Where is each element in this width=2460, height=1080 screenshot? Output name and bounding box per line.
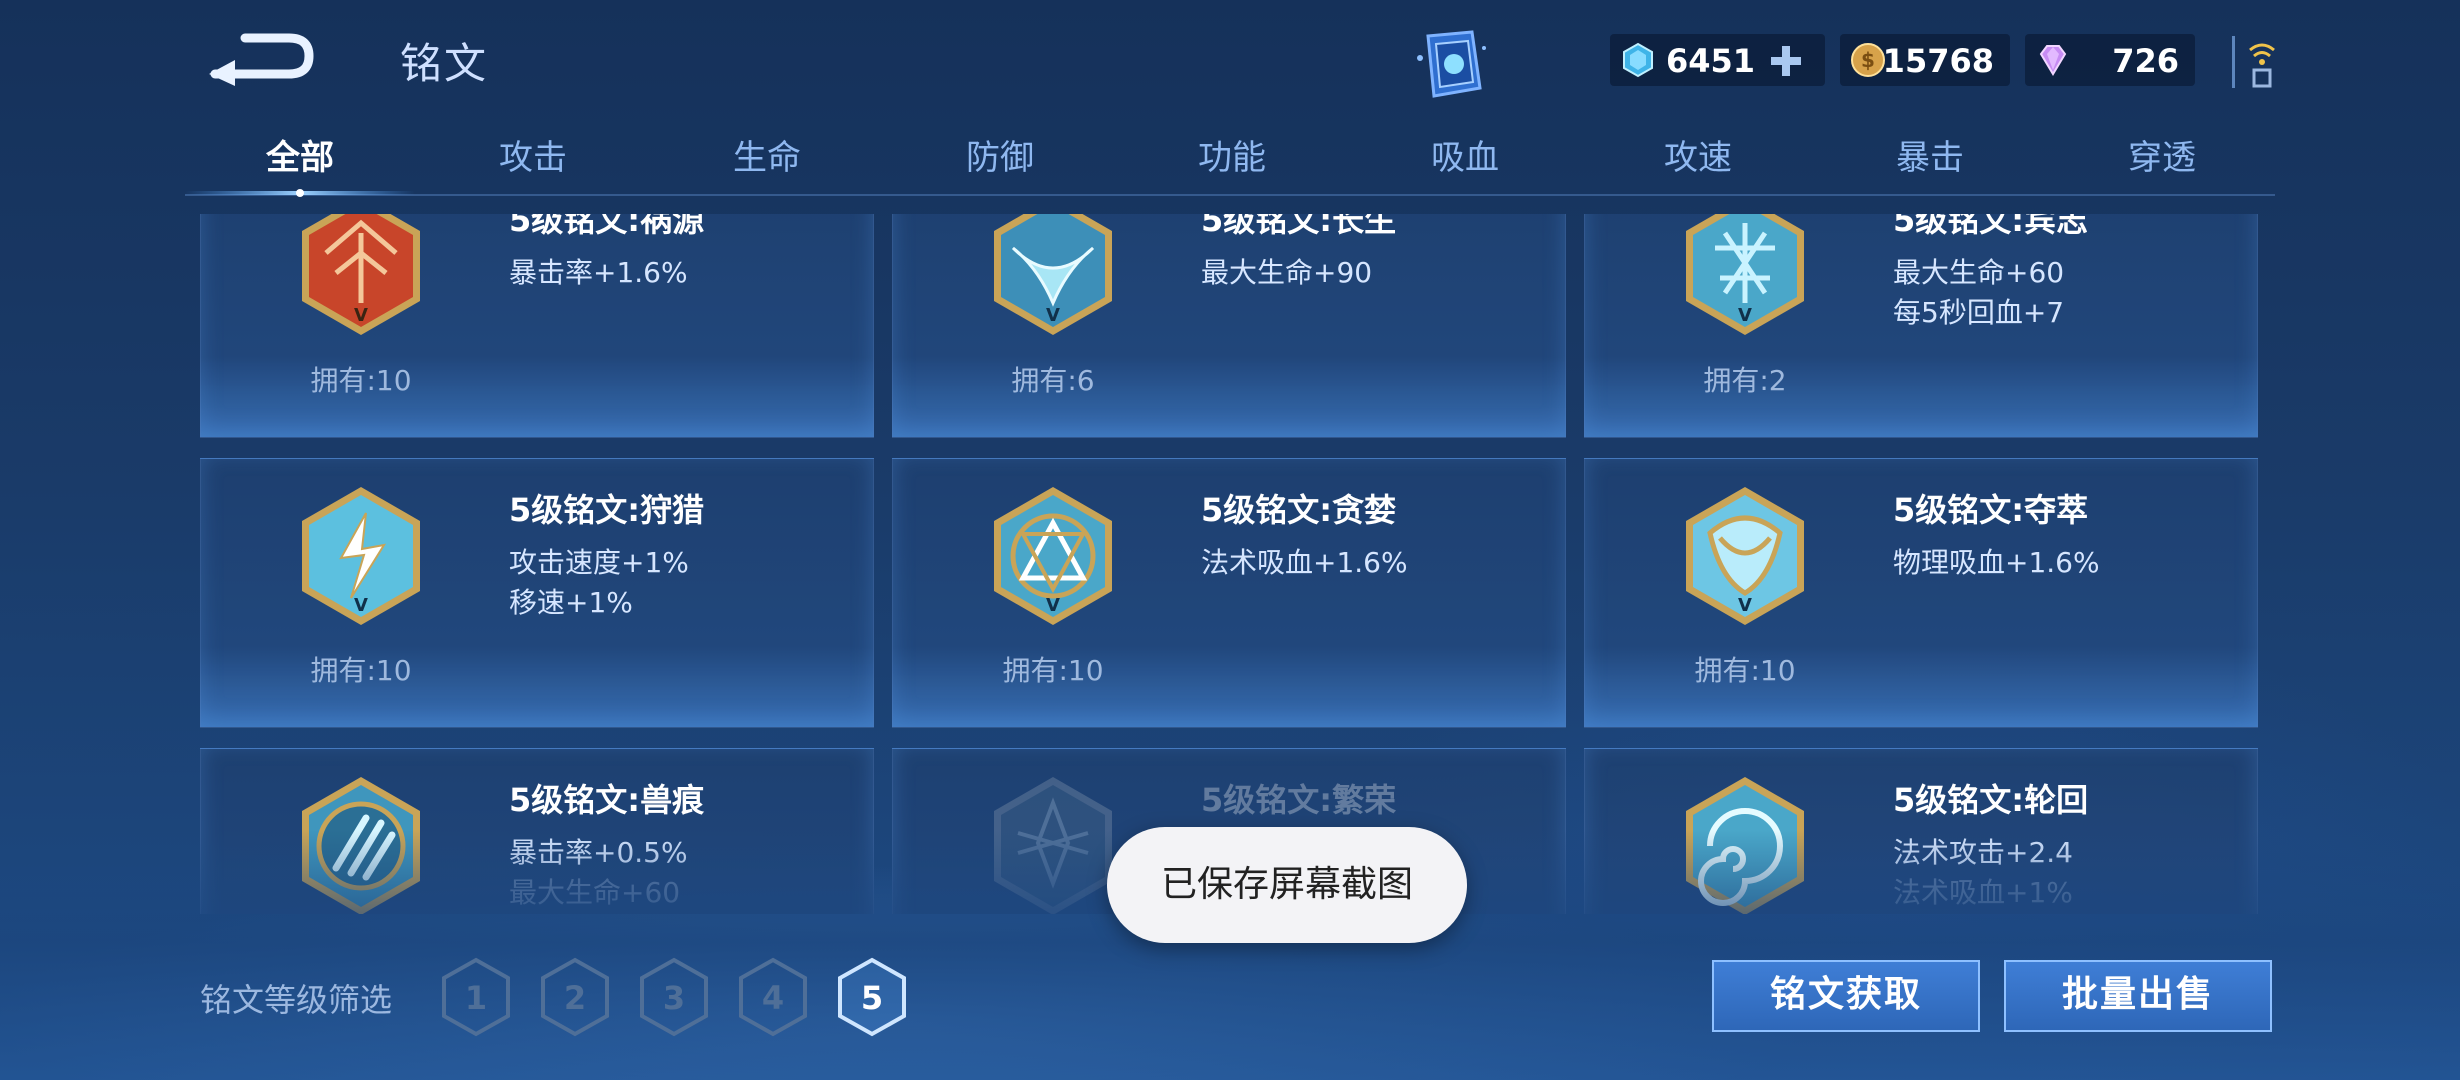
level-filter-label: 铭文等级筛选 — [200, 981, 393, 1019]
level-filter-text: 5 — [861, 979, 883, 1017]
tab-attack-speed[interactable]: 攻速 — [1598, 130, 1798, 179]
inscription-attribute: 法术吸血+1.6% — [1201, 546, 1408, 579]
inscription-name: 5级铭文:轮回 — [1893, 781, 2089, 819]
svg-text:V: V — [354, 595, 368, 616]
level-filter-text: 3 — [663, 979, 685, 1017]
back-arrow-icon[interactable] — [205, 28, 315, 88]
inscription-grid: V 5级铭文:祸源 暴击率+1.6% 拥有:10 V 5级铭文:长生 最大生命+… — [200, 214, 2270, 914]
inscription-emblem-icon: V — [302, 214, 420, 335]
owned-count: 拥有:6 — [1011, 364, 1095, 397]
inscription-name: 5级铭文:宾志 — [1893, 214, 2089, 239]
inscription-attribute: 暴击率+1.6% — [509, 256, 688, 289]
inscription-card[interactable]: 5级铭文:兽痕 暴击率+0.5% 最大生命+60 — [200, 748, 874, 914]
inscription-name: 5级铭文:繁荣 — [1201, 781, 1397, 819]
tab-penetration[interactable]: 穿透 — [2062, 130, 2262, 179]
diamond-counter: 726 — [2025, 34, 2195, 86]
plus-icon[interactable] — [1769, 44, 1803, 78]
inscription-emblem-icon: V — [1686, 214, 1804, 335]
level-filter-1[interactable]: 1 — [440, 957, 512, 1037]
tab-all[interactable]: 全部 — [200, 130, 400, 179]
svg-text:V: V — [1738, 305, 1752, 326]
inscription-attribute: 物理吸血+1.6% — [1893, 546, 2100, 579]
coupon-counter: 6451 — [1610, 34, 1825, 86]
bulk-sell-button[interactable]: 批量出售 — [2004, 960, 2272, 1032]
owned-count: 拥有:10 — [310, 654, 412, 687]
screenshot-saved-toast: 已保存屏幕截图 — [1107, 827, 1467, 943]
inscription-name: 5级铭文:贪婪 — [1201, 491, 1397, 529]
gold-value: 15768 — [1882, 42, 1994, 80]
acquire-inscription-button[interactable]: 铭文获取 — [1712, 960, 1980, 1032]
inscription-attribute: 法术攻击+2.4 — [1893, 836, 2073, 869]
inscription-card[interactable]: V 5级铭文:宾志 最大生命+60 每5秒回血+7 拥有:2 — [1584, 214, 2258, 438]
inscription-card[interactable]: V 5级铭文:夺萃 物理吸血+1.6% 拥有:10 — [1584, 458, 2258, 728]
coupon-gem-icon — [1623, 42, 1653, 78]
inscription-emblem-icon — [1686, 777, 1804, 914]
inscription-name: 5级铭文:狩猎 — [509, 491, 705, 529]
diamond-icon — [2039, 45, 2067, 76]
gold-counter: $ 15768 — [1840, 34, 2010, 86]
svg-text:V: V — [1046, 305, 1060, 326]
svg-text:V: V — [1738, 595, 1752, 616]
inscription-emblem-icon: V — [994, 487, 1112, 625]
inscription-emblem-icon: V — [1686, 487, 1804, 625]
tab-attack[interactable]: 攻击 — [433, 130, 633, 179]
level-filter-text: 4 — [762, 979, 784, 1017]
level-filter-2[interactable]: 2 — [539, 957, 611, 1037]
inscription-name: 5级铭文:长生 — [1201, 214, 1397, 239]
inscription-name: 5级铭文:夺萃 — [1893, 491, 2089, 529]
tab-health[interactable]: 生命 — [667, 130, 867, 179]
inscription-emblem-icon — [302, 777, 420, 914]
svg-text:V: V — [1046, 595, 1060, 616]
inscription-attribute: 最大生命+60 — [1893, 256, 2065, 289]
tab-lifesteal[interactable]: 吸血 — [1365, 130, 1565, 179]
level-filter-text: 2 — [564, 979, 586, 1017]
tab-utility[interactable]: 功能 — [1132, 130, 1332, 179]
svg-text:$: $ — [1861, 48, 1875, 72]
inscription-card[interactable]: V 5级铭文:长生 最大生命+90 拥有:6 — [892, 214, 1566, 438]
inscription-card[interactable]: V 5级铭文:祸源 暴击率+1.6% 拥有:10 — [200, 214, 874, 438]
level-filter-4[interactable]: 4 — [737, 957, 809, 1037]
owned-count: 拥有:10 — [310, 364, 412, 397]
inscription-book-icon[interactable] — [1410, 28, 1490, 100]
owned-count: 拥有:10 — [1694, 654, 1796, 687]
inscription-attribute: 攻击速度+1% — [509, 546, 689, 579]
inscription-emblem-icon: V — [994, 214, 1112, 335]
owned-count: 拥有:2 — [1703, 364, 1787, 397]
inscription-name: 5级铭文:祸源 — [509, 214, 705, 239]
level-filter-5[interactable]: 5 — [836, 957, 908, 1037]
tab-defense[interactable]: 防御 — [900, 130, 1100, 179]
inscription-name: 5级铭文:兽痕 — [509, 781, 705, 819]
level-filter-3[interactable]: 3 — [638, 957, 710, 1037]
inscription-card[interactable]: V 5级铭文:狩猎 攻击速度+1% 移速+1% 拥有:10 — [200, 458, 874, 728]
category-tabs: 全部 攻击 生命 防御 功能 吸血 攻速 暴击 穿透 — [185, 122, 2275, 197]
top-bar: 铭文 6451 $ 15768 726 — [0, 0, 2460, 120]
page-title: 铭文 — [400, 39, 489, 88]
coupon-value: 6451 — [1665, 42, 1755, 80]
diamond-value: 726 — [2112, 42, 2179, 80]
wifi-signal-icon — [2232, 36, 2275, 88]
gold-coin-icon: $ — [1851, 43, 1885, 77]
inscription-card[interactable]: V 5级铭文:贪婪 法术吸血+1.6% 拥有:10 — [892, 458, 1566, 728]
inscription-attribute: 暴击率+0.5% — [509, 836, 688, 869]
owned-count: 拥有:10 — [1002, 654, 1104, 687]
active-tab-indicator — [185, 189, 415, 197]
svg-text:V: V — [354, 305, 368, 326]
level-filter-text: 1 — [465, 979, 487, 1017]
inscription-attribute: 每5秒回血+7 — [1893, 296, 2065, 329]
inscription-card[interactable]: 5级铭文:轮回 法术攻击+2.4 法术吸血+1% — [1584, 748, 2258, 914]
inscription-attribute: 最大生命+60 — [509, 876, 681, 909]
inscription-emblem-icon: V — [302, 487, 420, 625]
tab-critical[interactable]: 暴击 — [1830, 130, 2030, 179]
inscription-attribute: 法术吸血+1% — [1893, 876, 2073, 909]
inscription-emblem-icon — [994, 777, 1112, 914]
inscription-attribute: 最大生命+90 — [1201, 256, 1373, 289]
inscription-attribute: 移速+1% — [509, 586, 633, 619]
